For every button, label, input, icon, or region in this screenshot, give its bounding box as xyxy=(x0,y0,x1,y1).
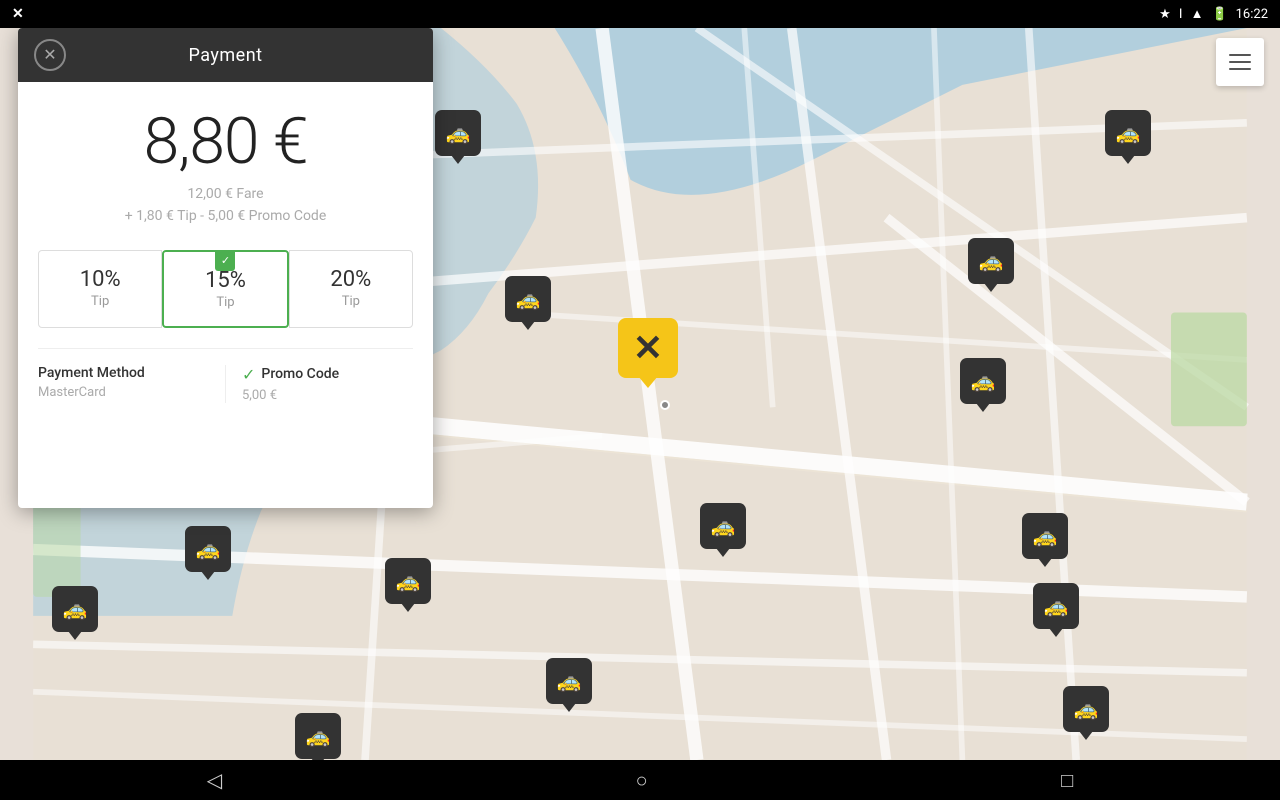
promo-code-value: 5,00 € xyxy=(242,388,413,403)
tip-section: 10% Tip ✓ 15% Tip 20% Tip xyxy=(38,250,413,328)
taxi-marker: 🚕 xyxy=(295,713,341,759)
tip-15-check: ✓ xyxy=(215,251,235,271)
tip-15-button[interactable]: ✓ 15% Tip xyxy=(162,250,288,328)
tip-20-label: Tip xyxy=(298,294,404,309)
taxi-marker: 🚕 xyxy=(546,658,592,704)
taxi-marker: 🚕 xyxy=(185,526,231,572)
panel-header: ✕ Payment xyxy=(18,28,433,82)
tip-10-percent: 10% xyxy=(47,267,153,292)
taxi-marker: 🚕 xyxy=(968,238,1014,284)
taxi-marker: 🚕 xyxy=(960,358,1006,404)
tip-10-button[interactable]: 10% Tip xyxy=(38,250,162,328)
promo-code-col[interactable]: ✓ Promo Code 5,00 € xyxy=(226,365,413,403)
fare-label: 12,00 € Fare xyxy=(38,183,413,205)
bottom-section: Payment Method MasterCard ✓ Promo Code 5… xyxy=(38,348,413,403)
tip-15-percent: 15% xyxy=(172,268,278,293)
extras-label: + 1,80 € Tip - 5,00 € Promo Code xyxy=(38,205,413,227)
taxi-marker: 🚕 xyxy=(52,586,98,632)
fare-detail: 12,00 € Fare + 1,80 € Tip - 5,00 € Promo… xyxy=(38,183,413,228)
recent-button[interactable]: □ xyxy=(1061,768,1073,793)
bluetooth-icon: ★ xyxy=(1159,7,1171,22)
taxi-marker: 🚕 xyxy=(1022,513,1068,559)
payment-panel: ✕ Payment 8,80 € 12,00 € Fare + 1,80 € T… xyxy=(18,28,433,508)
tip-15-label: Tip xyxy=(172,295,278,310)
hamburger-line xyxy=(1229,54,1251,56)
panel-body: 8,80 € 12,00 € Fare + 1,80 € Tip - 5,00 … xyxy=(18,82,433,403)
payment-method-col[interactable]: Payment Method MasterCard xyxy=(38,365,226,403)
tip-20-percent: 20% xyxy=(298,267,404,292)
tip-20-button[interactable]: 20% Tip xyxy=(289,250,413,328)
hero-x-icon: ✕ xyxy=(633,327,663,369)
hamburger-line xyxy=(1229,68,1251,70)
hero-marker: ✕ xyxy=(618,318,678,388)
nav-bar: ◁ ○ □ xyxy=(0,760,1280,800)
taxi-marker: 🚕 xyxy=(435,110,481,156)
promo-code-title: ✓ Promo Code xyxy=(242,365,413,384)
wifi-icon: ▲ xyxy=(1191,6,1204,22)
taxi-marker: 🚕 xyxy=(1033,583,1079,629)
main-price: 8,80 € xyxy=(38,104,413,179)
panel-title: Payment xyxy=(188,45,262,66)
close-button[interactable]: ✕ xyxy=(34,39,66,71)
payment-method-title: Payment Method xyxy=(38,365,209,381)
app-icon: ✕ xyxy=(12,6,24,22)
taxi-marker: 🚕 xyxy=(505,276,551,322)
payment-method-value: MasterCard xyxy=(38,385,209,400)
hamburger-menu[interactable] xyxy=(1216,38,1264,86)
status-bar: ✕ ★ Ⅰ ▲ 🔋 16:22 xyxy=(0,0,1280,28)
taxi-marker: 🚕 xyxy=(700,503,746,549)
taxi-marker: 🚕 xyxy=(1063,686,1109,732)
home-button[interactable]: ○ xyxy=(636,768,648,793)
clock: 16:22 xyxy=(1236,7,1268,22)
location-dot xyxy=(660,400,670,410)
taxi-marker: 🚕 xyxy=(1105,110,1151,156)
status-left: ✕ xyxy=(12,6,24,22)
status-right: ★ Ⅰ ▲ 🔋 16:22 xyxy=(1159,6,1268,22)
tip-10-label: Tip xyxy=(47,294,153,309)
signal-icon: Ⅰ xyxy=(1179,7,1183,22)
battery-icon: 🔋 xyxy=(1211,7,1227,22)
back-button[interactable]: ◁ xyxy=(207,768,222,792)
promo-check-icon: ✓ xyxy=(242,365,255,384)
hamburger-line xyxy=(1229,61,1251,63)
price-section: 8,80 € 12,00 € Fare + 1,80 € Tip - 5,00 … xyxy=(18,82,433,236)
taxi-marker: 🚕 xyxy=(385,558,431,604)
